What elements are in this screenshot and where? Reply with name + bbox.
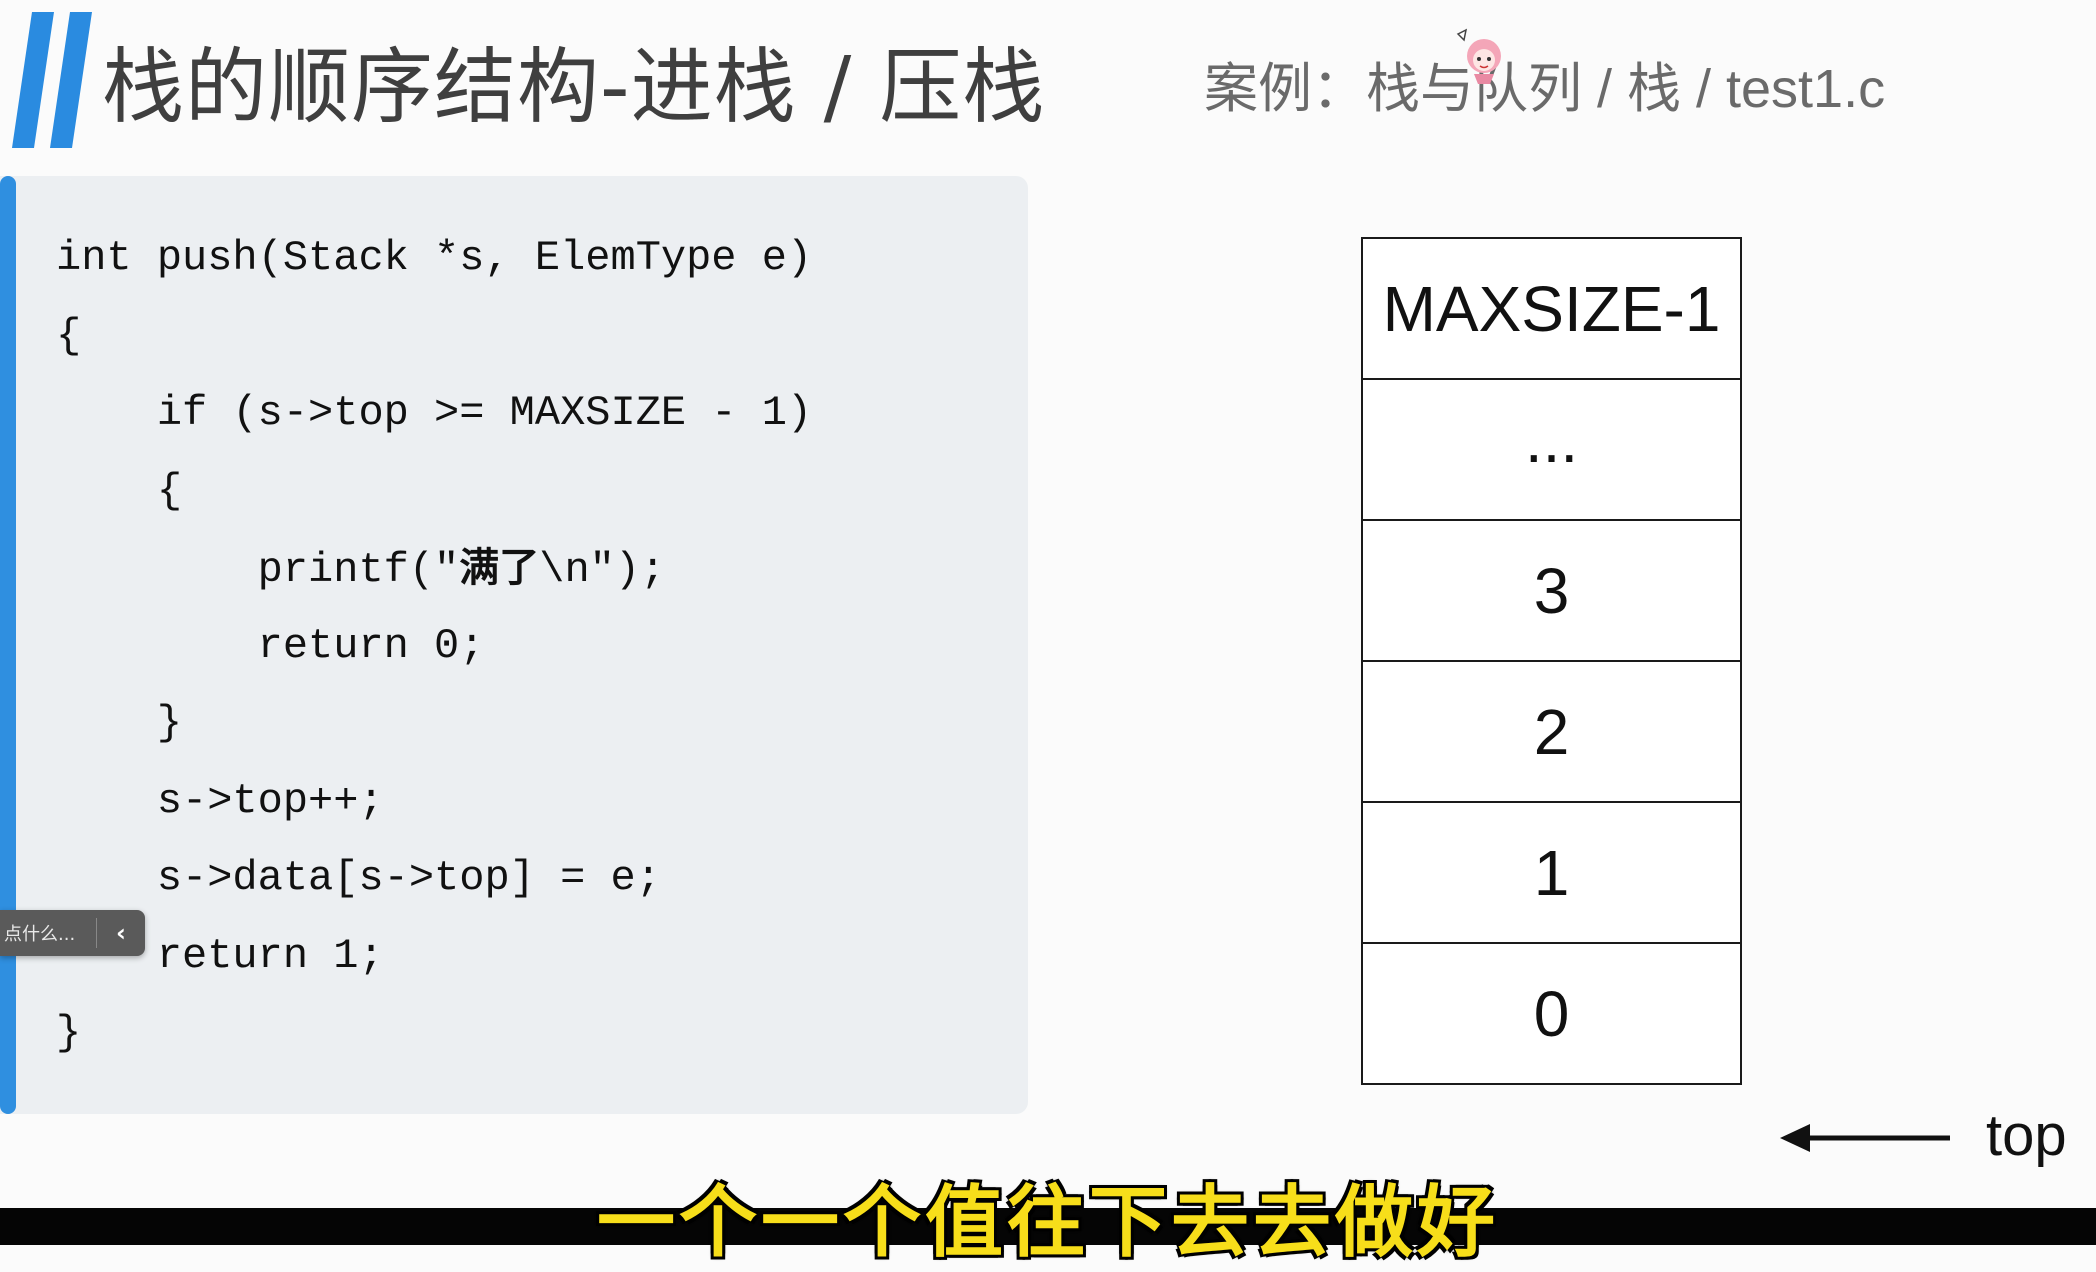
stack-diagram: MAXSIZE-1 ... 3 2 1 0 [1361, 237, 1742, 1085]
code-panel-accent-bar [0, 176, 16, 1114]
top-pointer-arrow-icon [1780, 1124, 1950, 1152]
code-line: s->data[s->top] = e; [56, 854, 661, 902]
slide-title: 栈的顺序结构-进栈 / 压栈 [102, 40, 1046, 135]
code-line: int push(Stack *s, ElemType e) [56, 234, 813, 282]
code-block: int push(Stack *s, ElemType e) { if (s->t… [56, 220, 812, 1073]
code-line: return 1; [56, 931, 384, 980]
side-widget-text[interactable]: 点什么... [0, 920, 96, 946]
code-line: if (s->top >= MAXSIZE - 1) [56, 389, 813, 437]
stack-cell-ellipsis: ... [1363, 380, 1740, 521]
code-line: } [56, 1009, 82, 1057]
stack-cell-2: 2 [1363, 662, 1740, 803]
code-line: return 0; [56, 621, 485, 670]
mascot-icon [1456, 28, 1501, 84]
video-subtitle: 一个一个值往下去去做好 [596, 1178, 1499, 1268]
logo-stripes-icon [12, 12, 92, 148]
chevron-left-icon[interactable]: ‹ [97, 919, 145, 947]
stack-cell-maxsize: MAXSIZE-1 [1363, 239, 1740, 380]
side-input-widget[interactable]: 点什么... ‹ [0, 910, 145, 956]
code-line: { [56, 311, 82, 360]
top-pointer-label: top [1986, 1103, 2067, 1168]
code-line: printf("满了\n"); [56, 545, 666, 594]
code-line: } [56, 699, 183, 747]
code-line: s->top++; [56, 776, 384, 825]
code-line: { [56, 466, 183, 515]
stack-cell-1: 1 [1363, 803, 1740, 944]
stack-cell-0: 0 [1363, 944, 1740, 1085]
stack-cell-3: 3 [1363, 521, 1740, 662]
case-path-label: 案例：栈与队列 / 栈 / test1.c [1204, 59, 1886, 119]
